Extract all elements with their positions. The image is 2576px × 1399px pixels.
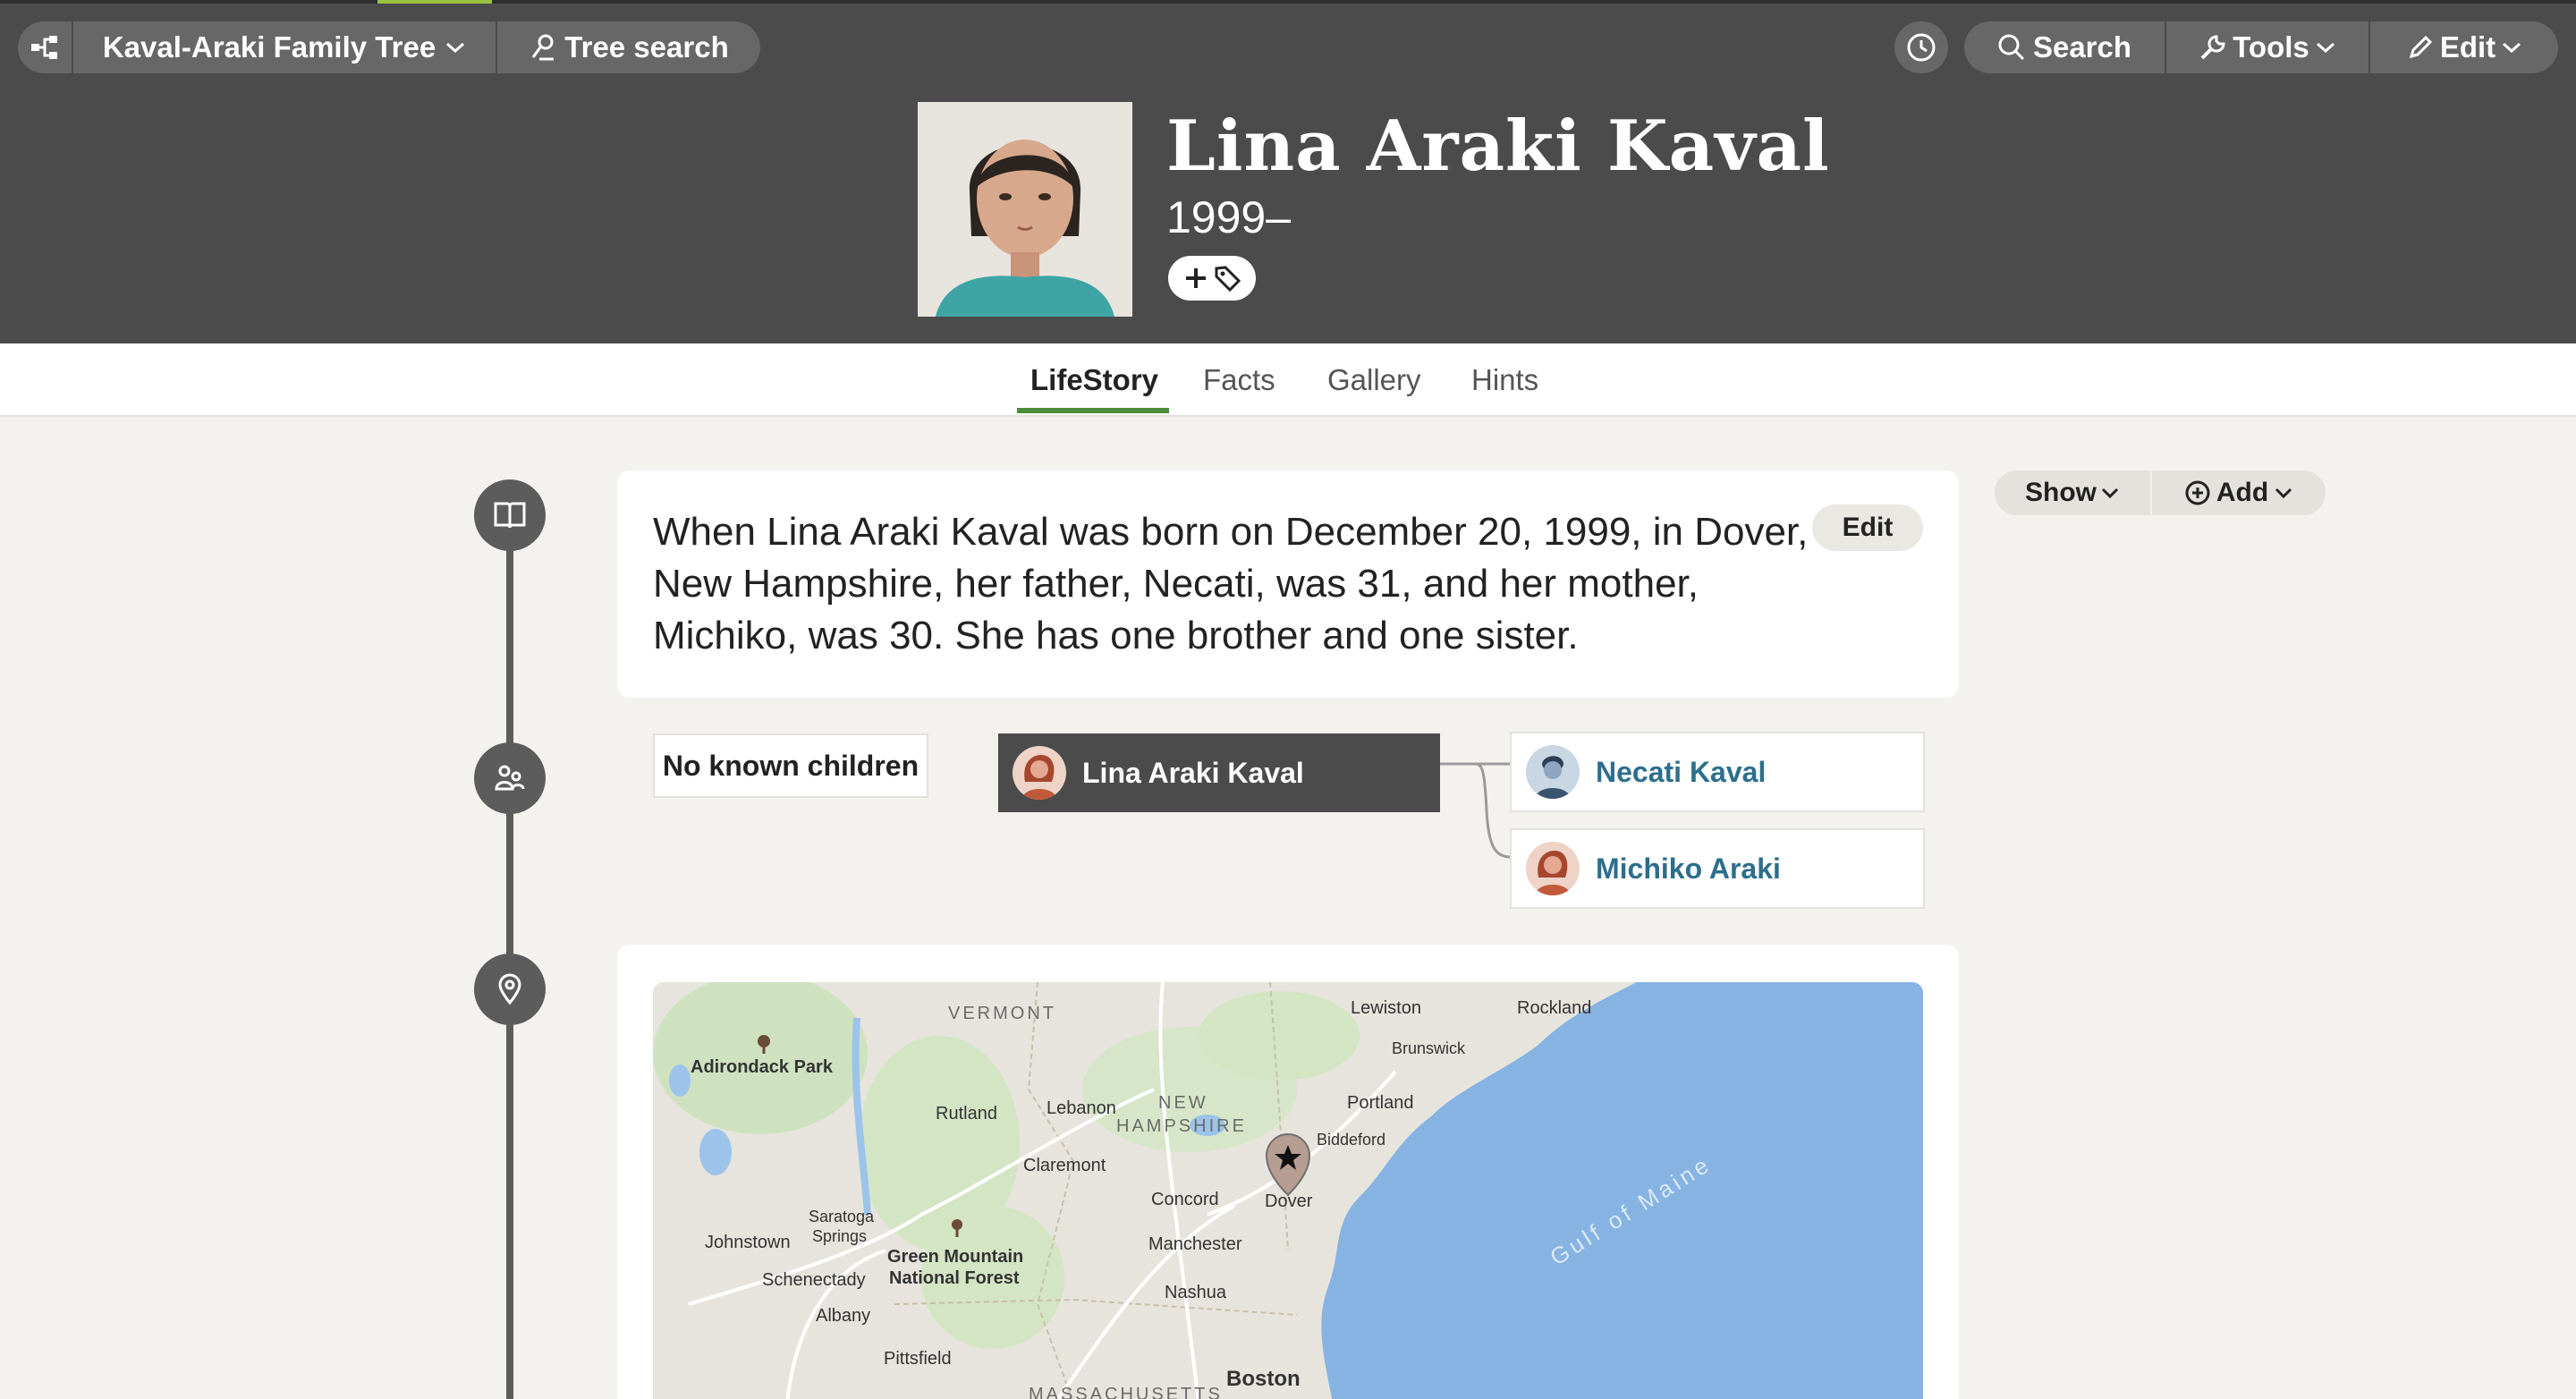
tree-view-button[interactable]	[18, 21, 72, 73]
map-label-massachusetts: MASSACHUSETTS	[1029, 1385, 1223, 1399]
person-search-icon	[532, 34, 555, 61]
tab-facts[interactable]: Facts	[1203, 363, 1275, 397]
tools-dropdown[interactable]: Tools	[2166, 21, 2368, 73]
search-icon	[1998, 34, 2025, 61]
chevron-down-icon	[2316, 42, 2334, 54]
family-connector-lines	[1440, 762, 1511, 859]
map-label-new: NEW	[1158, 1093, 1208, 1113]
search-button[interactable]: Search	[1964, 21, 2165, 73]
map-label-johnstown: Johnstown	[705, 1233, 791, 1252]
tag-icon	[1215, 266, 1241, 293]
search-label: Search	[2032, 30, 2132, 64]
plus-circle-icon	[2185, 480, 2210, 505]
map-label-portland: Portland	[1347, 1093, 1414, 1113]
map-label-concord: Concord	[1151, 1190, 1219, 1209]
self-person-card[interactable]: Lina Araki Kaval	[998, 733, 1440, 812]
male-avatar	[1526, 745, 1580, 799]
map-label-albany: Albany	[816, 1306, 871, 1326]
tree-name-dropdown[interactable]: Kaval-Araki Family Tree	[73, 21, 496, 73]
map-label-pittsfield: Pittsfield	[884, 1349, 952, 1369]
loading-bar-progress	[377, 0, 492, 4]
map-label-brunswick: Brunswick	[1392, 1039, 1466, 1057]
no-known-children: No known children	[653, 733, 928, 798]
map-label-springs: Springs	[812, 1227, 868, 1245]
chevron-down-icon	[2101, 488, 2119, 499]
life-story-card: When Lina Araki Kaval was born on Decemb…	[617, 471, 1959, 698]
map-label-boston: Boston	[1226, 1367, 1301, 1391]
tree-search-label: Tree search	[564, 30, 729, 64]
map-label-lebanon: Lebanon	[1046, 1098, 1116, 1118]
female-avatar	[1526, 842, 1580, 895]
map-label-claremont: Claremont	[1023, 1156, 1106, 1175]
show-dropdown[interactable]: Show	[1995, 471, 2150, 515]
add-dropdown[interactable]: Add	[2152, 471, 2326, 515]
map-timeline-node	[474, 954, 546, 1025]
profile-photo[interactable]	[918, 102, 1132, 317]
family-timeline-node	[474, 742, 546, 814]
family-icon	[495, 765, 525, 791]
map-label-green-mountain: Green Mountain	[887, 1247, 1024, 1267]
pencil-icon	[2409, 35, 2432, 59]
person-dates: 1999–	[1166, 192, 1292, 242]
female-avatar	[1013, 746, 1066, 800]
chevron-down-icon	[2275, 488, 2292, 499]
tab-lifestory[interactable]: LifeStory	[1030, 363, 1158, 397]
person-name: Lina Araki Kaval	[1166, 106, 1830, 187]
map-label-lewiston: Lewiston	[1351, 998, 1421, 1018]
location-pin-icon	[498, 973, 521, 1005]
self-person-name: Lina Araki Kaval	[1082, 756, 1304, 789]
add-tag-button[interactable]	[1168, 256, 1256, 301]
map-label-nashua: Nashua	[1165, 1283, 1226, 1302]
edit-dropdown[interactable]: Edit	[2370, 21, 2558, 73]
mother-person-card[interactable]: Michiko Araki	[1510, 828, 1925, 909]
story-timeline-node	[474, 479, 546, 551]
map-label-manchester: Manchester	[1148, 1234, 1242, 1254]
profile-header: Kaval-Araki Family Tree Tree search Sear…	[0, 0, 2576, 343]
map-label-rutland: Rutland	[936, 1104, 997, 1123]
add-label: Add	[2216, 478, 2269, 507]
book-icon	[494, 502, 526, 529]
show-label: Show	[2025, 478, 2097, 507]
tools-label: Tools	[2233, 30, 2309, 64]
life-story-text: When Lina Araki Kaval was born on Decemb…	[653, 510, 1809, 657]
birthplace-map[interactable]: VERMONT NEW HAMPSHIRE MASSACHUSETTS Adir…	[653, 982, 1923, 1399]
wrench-icon	[2200, 35, 2225, 60]
chevron-down-icon	[2503, 42, 2521, 54]
map-label-schenectady: Schenectady	[762, 1270, 866, 1290]
tree-icon	[31, 36, 57, 59]
father-person-card[interactable]: Necati Kaval	[1510, 732, 1925, 812]
map-label-vermont: VERMONT	[948, 1004, 1056, 1023]
map-label-rockland: Rockland	[1517, 998, 1592, 1018]
tree-search-button[interactable]: Tree search	[497, 21, 760, 73]
mother-name: Michiko Araki	[1596, 852, 1781, 885]
chevron-down-icon	[446, 42, 465, 54]
clock-icon	[1907, 33, 1936, 62]
map-label-adirondack: Adirondack Park	[691, 1057, 833, 1077]
profile-tabs: LifeStory Facts Gallery Hints	[0, 343, 2576, 417]
tab-hints[interactable]: Hints	[1471, 363, 1538, 397]
edit-label: Edit	[2439, 30, 2496, 64]
plus-icon	[1186, 268, 1206, 288]
map-label-biddeford: Biddeford	[1317, 1131, 1386, 1149]
map-label-national-forest: National Forest	[889, 1268, 1020, 1288]
history-button[interactable]	[1894, 21, 1948, 73]
story-edit-button[interactable]: Edit	[1812, 504, 1923, 551]
map-label-saratoga: Saratoga	[809, 1208, 875, 1225]
tab-gallery[interactable]: Gallery	[1327, 363, 1421, 397]
father-name: Necati Kaval	[1596, 755, 1767, 788]
tree-name-label: Kaval-Araki Family Tree	[102, 30, 436, 64]
map-label-dover: Dover	[1265, 1191, 1313, 1211]
map-label-hampshire: HAMPSHIRE	[1116, 1116, 1247, 1136]
active-tab-indicator	[1017, 408, 1169, 413]
